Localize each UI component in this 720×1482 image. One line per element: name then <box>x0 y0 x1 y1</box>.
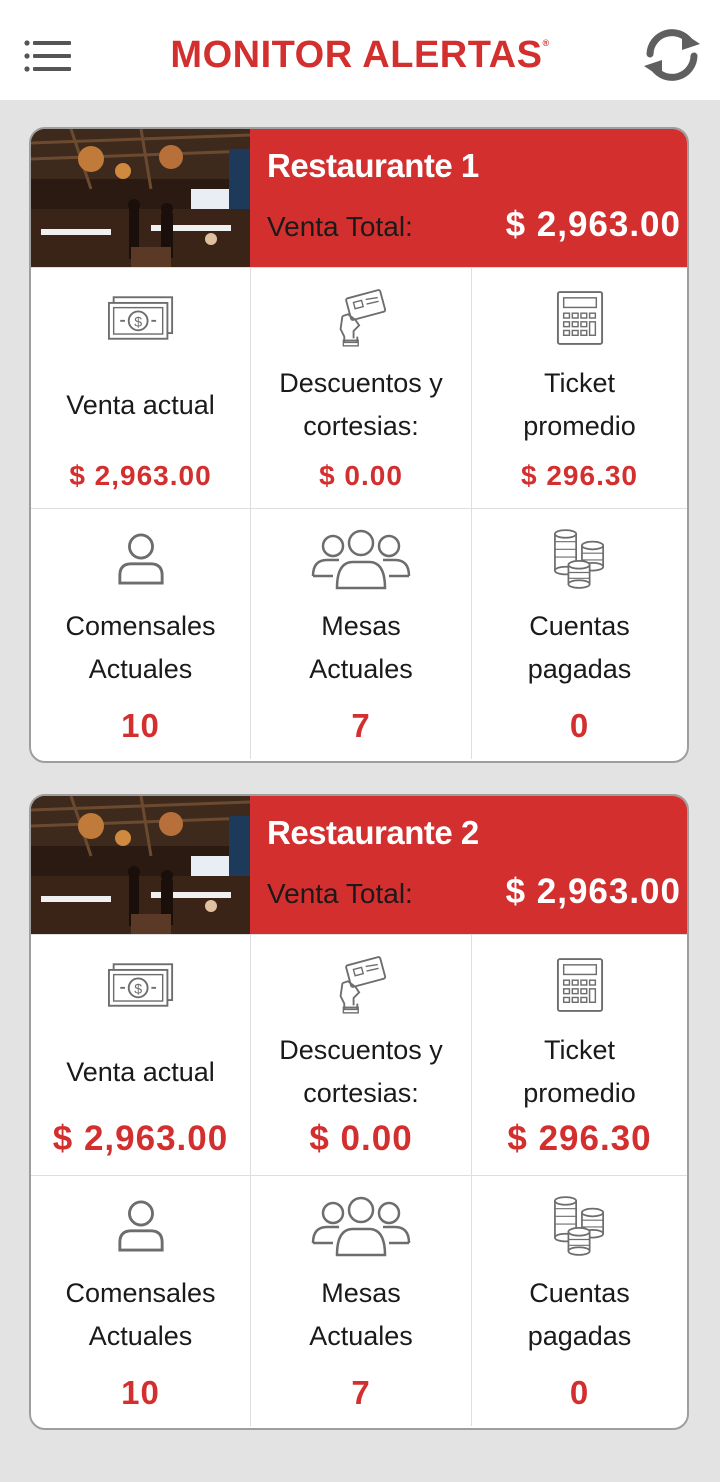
restaurant-name: Restaurante 1 <box>267 147 479 184</box>
calculator-icon <box>472 953 687 1017</box>
mesas-value: 7 <box>351 707 371 744</box>
cuentas-pagadas-tile: Cuentas pagadas 0 <box>471 1175 687 1426</box>
cuentas-pagadas-label: Cuentas pagadas <box>527 1278 632 1351</box>
mesas-label: Mesas Actuales <box>309 1278 413 1351</box>
person-icon <box>31 527 250 591</box>
group-icon <box>251 1194 471 1258</box>
comensales-value: 10 <box>121 707 160 744</box>
descuentos-label: Descuentos y cortesias: <box>279 1035 443 1108</box>
venta-total-label: Venta Total: <box>267 878 413 909</box>
venta-total-label: Venta Total: <box>267 211 413 242</box>
descuentos-tile: Descuentos y cortesias: $ 0.00 <box>250 267 471 508</box>
cuentas-pagadas-label: Cuentas pagadas <box>527 611 632 684</box>
cuentas-pagadas-tile: Cuentas pagadas 0 <box>471 508 687 759</box>
app-title: MONITOR ALERTAS® <box>170 34 550 76</box>
ticket-promedio-value: $ 296.30 <box>521 460 638 491</box>
descuentos-label: Descuentos y cortesias: <box>279 368 443 441</box>
restaurant-photo <box>31 796 250 934</box>
cuentas-pagadas-value: 0 <box>569 707 590 744</box>
card-header: Restaurante 1 Venta Total: $ 2,963.00 <box>31 129 687 267</box>
venta-actual-value: $ 2,963.00 <box>52 1119 229 1158</box>
venta-actual-tile: Venta actual $ 2,963.00 <box>31 267 250 508</box>
venta-total-value: $ 2,963.00 <box>505 205 681 244</box>
restaurant-card[interactable]: Restaurante 1 Venta Total: $ 2,963.00 Ve… <box>29 127 689 763</box>
money-bill-icon <box>31 286 250 350</box>
ticket-promedio-tile: Ticket promedio $ 296.30 <box>471 934 687 1175</box>
comensales-label: Comensales Actuales <box>65 1278 216 1351</box>
restaurant-card[interactable]: Restaurante 2 Venta Total: $ 2,963.00 Ve… <box>29 794 689 1430</box>
mesas-label: Mesas Actuales <box>309 611 413 684</box>
comensales-tile: Comensales Actuales 10 <box>31 508 250 759</box>
comensales-value: 10 <box>121 1374 160 1411</box>
mesas-tile: Mesas Actuales 7 <box>250 1175 471 1426</box>
venta-actual-value: $ 2,963.00 <box>69 460 212 491</box>
comensales-label: Comensales Actuales <box>65 611 216 684</box>
ticket-promedio-label: Ticket promedio <box>523 1035 636 1108</box>
group-icon <box>251 527 471 591</box>
coins-icon <box>472 1194 687 1258</box>
descuentos-tile: Descuentos y cortesias: $ 0.00 <box>250 934 471 1175</box>
ticket-promedio-value: $ 296.30 <box>507 1119 652 1158</box>
ticket-promedio-label: Ticket promedio <box>523 368 636 441</box>
venta-total-value: $ 2,963.00 <box>505 872 681 911</box>
registered-mark: ® <box>542 38 550 48</box>
card-header: Restaurante 2 Venta Total: $ 2,963.00 <box>31 796 687 934</box>
restaurant-name: Restaurante 2 <box>267 814 479 851</box>
descuentos-value: $ 0.00 <box>319 460 403 491</box>
calculator-icon <box>472 286 687 350</box>
refresh-icon[interactable] <box>640 26 704 84</box>
top-app-bar: MONITOR ALERTAS® <box>0 0 720 100</box>
venta-actual-label: Venta actual <box>66 390 215 420</box>
cuentas-pagadas-value: 0 <box>569 1374 590 1411</box>
restaurant-photo <box>31 129 250 267</box>
venta-actual-tile: Venta actual $ 2,963.00 <box>31 934 250 1175</box>
venta-actual-label: Venta actual <box>66 1057 215 1087</box>
hand-card-icon <box>251 286 471 350</box>
person-icon <box>31 1194 250 1258</box>
coins-icon <box>472 527 687 591</box>
descuentos-value: $ 0.00 <box>309 1119 413 1158</box>
comensales-tile: Comensales Actuales 10 <box>31 1175 250 1426</box>
mesas-value: 7 <box>351 1374 371 1411</box>
mesas-tile: Mesas Actuales 7 <box>250 508 471 759</box>
money-bill-icon <box>31 953 250 1017</box>
ticket-promedio-tile: Ticket promedio $ 296.30 <box>471 267 687 508</box>
hand-card-icon <box>251 953 471 1017</box>
